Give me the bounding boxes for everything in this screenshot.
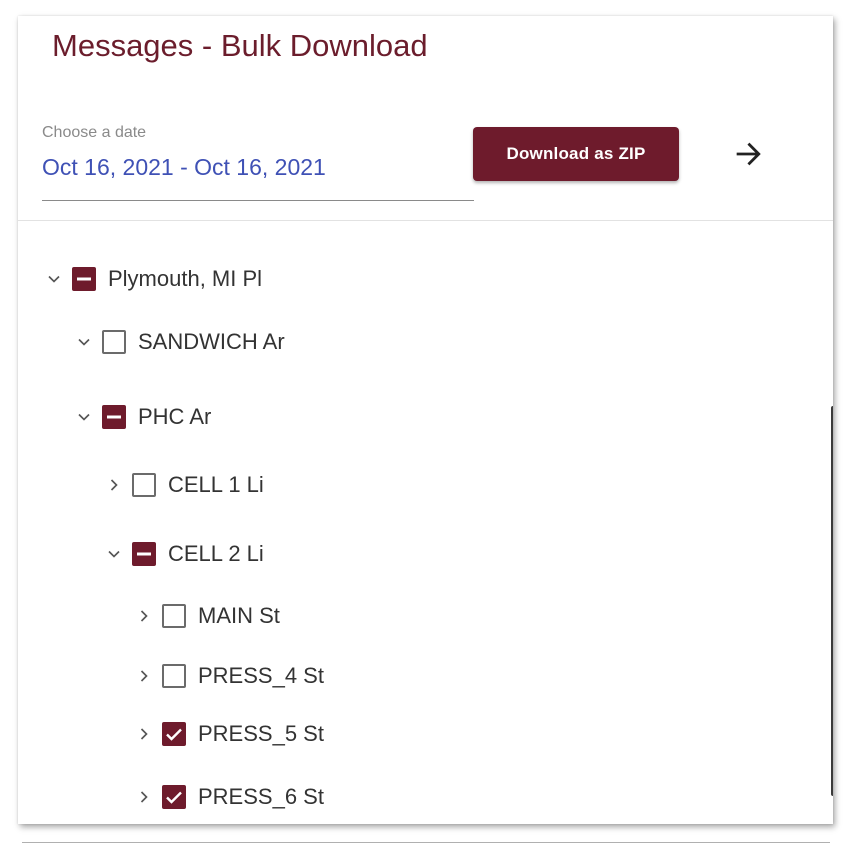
- bulk-download-panel: Messages - Bulk Download Choose a date D…: [18, 16, 833, 824]
- chevron-right-icon[interactable]: [132, 664, 156, 688]
- indeterminate-checkbox-icon[interactable]: [102, 405, 126, 429]
- tree-node[interactable]: CELL 2 Li: [102, 534, 264, 574]
- tree-node-label: CELL 1 Li: [168, 472, 264, 497]
- tree-node[interactable]: SANDWICH Ar: [72, 322, 285, 362]
- next-arrow-button[interactable]: [718, 124, 778, 184]
- download-zip-button[interactable]: Download as ZIP: [473, 127, 679, 181]
- tree-node[interactable]: CELL 1 Li: [102, 465, 264, 505]
- chevron-right-icon[interactable]: [132, 785, 156, 809]
- tree-node-checkbox[interactable]: [162, 604, 186, 628]
- tree-node-label: Plymouth, MI Pl: [108, 266, 263, 291]
- tree-node-label: MAIN St: [198, 603, 280, 628]
- tree-node-label: PHC Ar: [138, 404, 212, 429]
- arrow-right-icon: [736, 142, 761, 166]
- tree-node-label: PRESS_4 St: [198, 663, 324, 688]
- chevron-down-icon[interactable]: [72, 405, 96, 429]
- scrollbar[interactable]: [831, 406, 833, 796]
- tree-node[interactable]: Plymouth, MI Pl: [42, 259, 262, 299]
- bottom-divider: [22, 842, 830, 843]
- indeterminate-checkbox-icon[interactable]: [132, 542, 156, 566]
- chevron-down-icon[interactable]: [102, 542, 126, 566]
- tree-node-checkbox[interactable]: [132, 473, 156, 497]
- tree-node-label: CELL 2 Li: [168, 541, 264, 566]
- tree-node[interactable]: PHC Ar: [72, 397, 211, 437]
- tree-node[interactable]: MAIN St: [132, 596, 280, 636]
- tree-node[interactable]: PRESS_6 St: [132, 777, 324, 817]
- tree-node-checkbox[interactable]: [162, 664, 186, 688]
- indeterminate-checkbox-icon[interactable]: [72, 267, 96, 291]
- tree-node-label: SANDWICH Ar: [138, 329, 285, 354]
- chevron-right-icon[interactable]: [132, 604, 156, 628]
- chevron-right-icon[interactable]: [132, 722, 156, 746]
- checked-checkbox-icon[interactable]: [162, 722, 186, 746]
- date-field-label: Choose a date: [42, 124, 147, 141]
- checked-checkbox-icon[interactable]: [162, 785, 186, 809]
- chevron-right-icon[interactable]: [102, 473, 126, 497]
- date-range-field[interactable]: Choose a date: [42, 124, 474, 201]
- header-divider: [18, 220, 833, 221]
- tree-node[interactable]: PRESS_5 St: [132, 714, 324, 754]
- tree-node-checkbox[interactable]: [102, 330, 126, 354]
- page-title: Messages - Bulk Download: [52, 28, 428, 63]
- chevron-down-icon[interactable]: [72, 330, 96, 354]
- tree-node-label: PRESS_5 St: [198, 721, 324, 746]
- tree-node-label: PRESS_6 St: [198, 784, 324, 809]
- date-range-input[interactable]: [42, 154, 462, 181]
- tree-node[interactable]: PRESS_4 St: [132, 656, 324, 696]
- chevron-down-icon[interactable]: [42, 267, 66, 291]
